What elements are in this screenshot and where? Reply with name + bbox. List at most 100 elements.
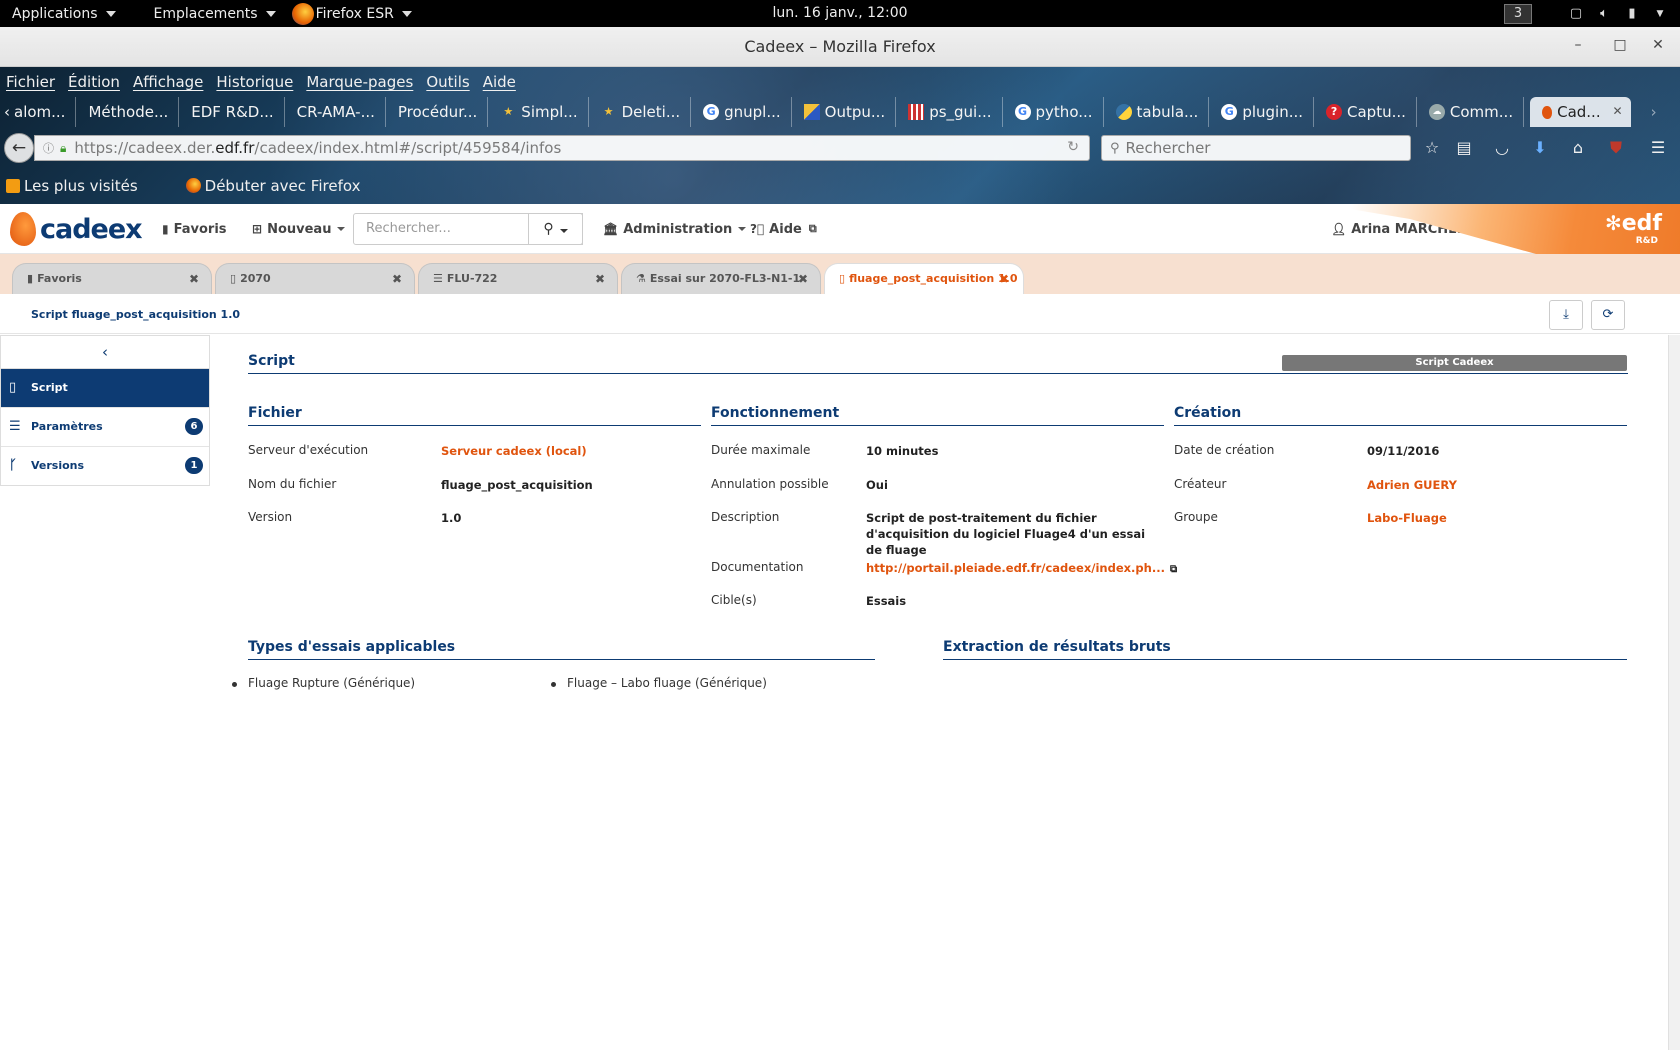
home-icon[interactable]: ⌂: [1568, 139, 1588, 157]
volume-icon[interactable]: 🔈︎: [1596, 6, 1612, 21]
info-icon[interactable]: ⓘ: [43, 140, 54, 156]
pocket-icon[interactable]: ◡: [1492, 139, 1512, 157]
flask-icon: ⚗: [636, 272, 646, 285]
download-button[interactable]: ⤓: [1549, 300, 1583, 330]
close-tab-icon[interactable]: ✖: [798, 264, 808, 294]
tab-scroll-left[interactable]: ‹: [0, 97, 12, 127]
date-label: Date de création: [1174, 443, 1275, 457]
duree-label: Durée maximale: [711, 443, 811, 457]
browser-tab[interactable]: Procédur...: [386, 97, 489, 127]
menu-edition[interactable]: Édition: [68, 73, 120, 91]
bookmark-getting-started[interactable]: Débuter avec Firefox: [185, 177, 385, 195]
firefox-app-menu[interactable]: Firefox ESR: [288, 0, 424, 27]
menu-outils[interactable]: Outils: [426, 73, 469, 91]
new-tab-icon[interactable]: +: [1667, 97, 1680, 127]
createur-link[interactable]: Adrien GUERY: [1367, 477, 1457, 493]
url-bar[interactable]: ⓘ 🔒︎ https://cadeex.der. edf.fr/cadeex/in…: [34, 135, 1090, 161]
refresh-button[interactable]: ⟳: [1591, 300, 1625, 330]
places-menu[interactable]: Emplacements: [142, 0, 288, 27]
browser-tab[interactable]: EDF R&D...: [179, 97, 285, 127]
app-tab-flu-722[interactable]: ☰ FLU-722 ✖: [418, 263, 618, 294]
browser-tab[interactable]: ? Captu...: [1314, 97, 1417, 127]
tab-label: Captu...: [1347, 103, 1406, 121]
tab-label: alom...: [14, 103, 66, 121]
browser-tab[interactable]: Gplugin...: [1209, 97, 1315, 127]
tab-scroll-right[interactable]: ›: [1639, 97, 1667, 127]
tab-label: Simpl...: [521, 103, 578, 121]
battery-icon[interactable]: ▮: [1624, 6, 1640, 21]
sidebar-item-versions[interactable]: ᚴ Versions 1: [1, 447, 209, 486]
nav-favoris[interactable]: ▮ Favoris: [162, 204, 227, 254]
documentation-link[interactable]: http://portail.pleiade.edf.fr/cadeex/ind…: [866, 560, 1177, 578]
bookmark-star-icon[interactable]: ☆: [1422, 139, 1442, 157]
server-link[interactable]: Serveur cadeex (local): [441, 443, 587, 459]
maximize-icon[interactable]: □: [1610, 37, 1630, 53]
browser-tab[interactable]: Méthode...: [76, 97, 180, 127]
close-window-icon[interactable]: ✕: [1648, 37, 1668, 53]
browser-tab[interactable]: ☁ Comm...: [1417, 97, 1525, 127]
groupe-link[interactable]: Labo-Fluage: [1367, 510, 1447, 526]
browser-tab[interactable]: Outpu...: [792, 97, 897, 127]
bookmark-most-visited[interactable]: Les plus visités: [6, 177, 162, 195]
google-icon: G: [703, 104, 720, 120]
browser-tab[interactable]: ★ Simpl...: [488, 97, 589, 127]
page-scrollbar[interactable]: [1668, 335, 1680, 1050]
menu-fichier[interactable]: Fichier: [6, 73, 55, 91]
menu-affichage[interactable]: Affichage: [133, 73, 203, 91]
browser-tab[interactable]: tabula...: [1104, 97, 1210, 127]
screen-icon[interactable]: ▢: [1568, 6, 1584, 21]
flame-logo-icon: [10, 212, 36, 246]
sidebar-collapse-button[interactable]: ‹: [1, 336, 209, 369]
sidebar-item-parametres[interactable]: ☰ Paramètres 6: [1, 408, 209, 447]
tab-label: CR-AMA-...: [296, 103, 375, 121]
close-tab-icon[interactable]: ✖: [392, 264, 402, 294]
search-input[interactable]: ⚲ Rechercher: [1101, 135, 1411, 161]
minimize-icon[interactable]: –: [1568, 37, 1588, 53]
browser-tab[interactable]: alom...: [12, 97, 77, 127]
browser-tab[interactable]: Gpytho...: [1003, 97, 1104, 127]
screen: Applications Emplacements Firefox ESR lu…: [0, 0, 1680, 1050]
ublock-icon[interactable]: ⛊: [1606, 139, 1626, 157]
app-tab-essai[interactable]: ⚗ Essai sur 2070-FL3-N1-1 ✖: [621, 263, 821, 294]
chevron-left-icon: ‹: [102, 343, 108, 361]
nav-aide[interactable]: ?⃝ Aide ⧉: [750, 204, 817, 254]
lock-icon[interactable]: 🔒︎: [60, 141, 66, 156]
system-tray: 3 ▢ 🔈︎ ▮ ▼: [1504, 0, 1680, 27]
app-tab-label: Essai sur 2070-FL3-N1-1: [649, 272, 801, 285]
sidebar-item-label: Versions: [31, 459, 85, 472]
app-tab-script-active[interactable]: ▯ fluage_post_acquisition 1.0 ✖: [824, 263, 1024, 294]
sidebar-item-label: Paramètres: [31, 420, 103, 433]
browser-tab[interactable]: ps_gui...: [896, 97, 1003, 127]
nav-administration[interactable]: 🏛︎ Administration: [603, 204, 747, 254]
menu-historique[interactable]: Historique: [216, 73, 293, 91]
app-search-button[interactable]: ⚲: [528, 213, 583, 245]
hamburger-menu-icon[interactable]: ☰: [1648, 139, 1668, 157]
reload-icon[interactable]: ↻: [1067, 139, 1079, 155]
close-tab-icon[interactable]: ✖: [595, 264, 605, 294]
back-button-icon[interactable]: ←: [4, 133, 34, 163]
applications-menu[interactable]: Applications: [0, 0, 128, 27]
menu-marque-pages[interactable]: Marque-pages: [306, 73, 413, 91]
browser-tab[interactable]: ★ Deleti...: [589, 97, 692, 127]
app-tab-2070[interactable]: ▯ 2070 ✖: [215, 263, 415, 294]
close-tab-icon[interactable]: ✖: [999, 264, 1009, 294]
browser-tab[interactable]: Ggnupl...: [691, 97, 792, 127]
power-menu-icon[interactable]: ▼: [1652, 7, 1668, 21]
sidebar-item-script[interactable]: ▯ Script: [1, 369, 209, 408]
close-tab-icon[interactable]: ✖: [189, 264, 199, 294]
cadeex-logo[interactable]: cadeex: [10, 210, 143, 248]
branch-icon: ᚴ: [9, 458, 17, 473]
section-fonctionnement-title: Fonctionnement: [711, 405, 1164, 426]
nav-favoris-label: Favoris: [173, 221, 227, 237]
browser-tab[interactable]: CR-AMA-...: [285, 97, 386, 127]
workspace-indicator[interactable]: 3: [1504, 3, 1532, 24]
nav-aide-label: Aide: [769, 221, 802, 237]
menu-aide[interactable]: Aide: [483, 73, 516, 91]
firefox-icon: [291, 2, 314, 25]
app-tab-favoris[interactable]: ▮ Favoris ✖: [12, 263, 212, 294]
reader-list-icon[interactable]: ▤: [1454, 139, 1474, 157]
nav-nouveau[interactable]: ⊞ Nouveau: [252, 204, 346, 254]
download-icon[interactable]: ⬇: [1530, 139, 1550, 157]
browser-tab-active[interactable]: Cad... ✕: [1530, 97, 1631, 127]
close-tab-icon[interactable]: ✕: [1613, 104, 1623, 118]
